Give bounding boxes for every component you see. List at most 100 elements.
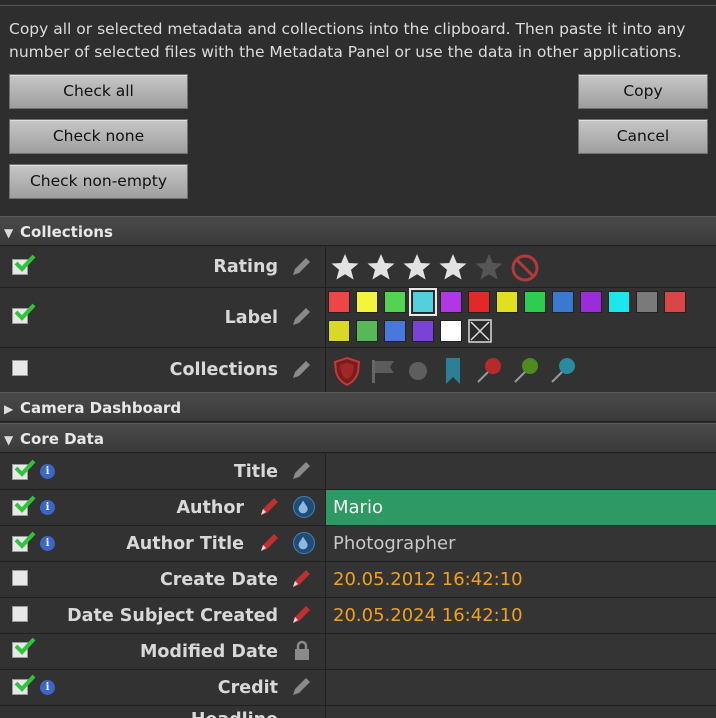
shield-icon[interactable]: [333, 356, 361, 386]
author-title-value-cell[interactable]: Photographer: [325, 526, 716, 561]
collections-checkbox[interactable]: [12, 360, 28, 376]
bookmark-icon[interactable]: [444, 356, 462, 386]
checkmark-icon: [14, 254, 36, 272]
drop-icon[interactable]: [293, 532, 315, 554]
collapse-right-icon: ▶: [4, 402, 14, 416]
label-color-swatch[interactable]: [440, 320, 462, 342]
no-label-icon[interactable]: [468, 319, 492, 343]
label-color-swatch[interactable]: [356, 320, 378, 342]
reject-icon[interactable]: [510, 253, 540, 283]
section-collections[interactable]: ▼ Collections: [0, 216, 716, 246]
label-color-swatch[interactable]: [524, 291, 546, 313]
date-subject-created-value: 20.05.2024 16:42:10: [333, 605, 523, 626]
date-subject-created-checkbox[interactable]: [12, 606, 28, 622]
pencil-icon[interactable]: [289, 358, 313, 382]
pencil-icon[interactable]: [289, 255, 313, 279]
title-checkbox[interactable]: [12, 459, 36, 480]
info-icon[interactable]: i: [40, 680, 55, 695]
author-title-label: Author Title: [126, 534, 244, 554]
label-checkbox[interactable]: [12, 303, 36, 324]
star-icon[interactable]: [366, 252, 396, 282]
copy-button[interactable]: Copy: [578, 74, 708, 109]
label-color-swatch[interactable]: [552, 291, 574, 313]
label-color-swatch[interactable]: [409, 288, 437, 316]
checkmark-icon: [14, 303, 36, 321]
label-color-swatch[interactable]: [636, 291, 658, 313]
author-title-value: Photographer: [333, 533, 456, 554]
author-title-row: i Author Title Photographer: [0, 526, 716, 562]
date-subject-created-value-cell[interactable]: 20.05.2024 16:42:10: [325, 598, 716, 633]
star-icon[interactable]: [330, 252, 360, 282]
headline-row: Headline: [0, 706, 716, 718]
checkmark-icon: [14, 459, 36, 477]
author-value-cell[interactable]: Mario: [325, 490, 716, 525]
pencil-icon[interactable]: [289, 459, 313, 483]
pencil-icon[interactable]: [289, 603, 313, 627]
pencil-icon[interactable]: [289, 675, 313, 699]
info-icon[interactable]: i: [40, 500, 55, 515]
info-icon[interactable]: i: [40, 464, 55, 479]
pin-red-icon[interactable]: [474, 356, 504, 386]
info-icon[interactable]: i: [40, 536, 55, 551]
label-color-swatch[interactable]: [580, 291, 602, 313]
label-label: Label: [224, 308, 278, 328]
author-checkbox[interactable]: [12, 495, 36, 516]
credit-value-cell[interactable]: [325, 670, 716, 705]
pencil-icon[interactable]: [257, 531, 281, 555]
label-color-swatch[interactable]: [328, 320, 350, 342]
star-icon[interactable]: [474, 252, 504, 282]
date-subject-created-row: Date Subject Created 20.05.2024 16:42:10: [0, 598, 716, 634]
section-collections-label: Collections: [20, 223, 113, 241]
create-date-checkbox[interactable]: [12, 570, 28, 586]
create-date-label: Create Date: [159, 570, 278, 590]
lock-icon: [295, 640, 309, 660]
label-color-swatch[interactable]: [608, 291, 630, 313]
pencil-icon[interactable]: [289, 305, 313, 329]
circle-icon[interactable]: [407, 360, 429, 382]
label-color-swatch[interactable]: [440, 291, 462, 313]
label-color-swatch[interactable]: [384, 291, 406, 313]
title-value-cell[interactable]: [325, 454, 716, 489]
pencil-icon[interactable]: [289, 567, 313, 591]
top-border: [0, 0, 716, 6]
check-none-button[interactable]: Check none: [9, 119, 188, 154]
star-icon[interactable]: [402, 252, 432, 282]
headline-value-cell[interactable]: [325, 706, 716, 718]
credit-row: i Credit: [0, 670, 716, 706]
section-camera-dashboard[interactable]: ▶ Camera Dashboard: [0, 392, 716, 422]
modified-date-checkbox[interactable]: [12, 637, 36, 658]
star-icon[interactable]: [438, 252, 468, 282]
create-date-value-cell[interactable]: 20.05.2012 16:42:10: [325, 562, 716, 597]
credit-checkbox[interactable]: [12, 674, 36, 695]
pin-green-icon[interactable]: [511, 356, 541, 386]
label-color-swatch[interactable]: [496, 291, 518, 313]
author-title-checkbox[interactable]: [12, 531, 36, 552]
check-non-empty-button[interactable]: Check non-empty: [9, 164, 188, 199]
label-color-swatch[interactable]: [664, 291, 686, 313]
collapse-down-icon: ▼: [4, 226, 14, 240]
label-color-swatch[interactable]: [468, 291, 490, 313]
column-separator: [325, 348, 326, 392]
checkmark-icon: [14, 531, 36, 549]
cancel-button[interactable]: Cancel: [578, 119, 708, 154]
description-text: Copy all or selected metadata and collec…: [9, 20, 686, 61]
collapse-down-icon: ▼: [4, 433, 14, 447]
drop-icon[interactable]: [293, 496, 315, 518]
credit-label: Credit: [217, 678, 278, 698]
label-color-swatch[interactable]: [412, 320, 434, 342]
section-camera-dashboard-label: Camera Dashboard: [20, 399, 182, 417]
check-all-button[interactable]: Check all: [9, 74, 188, 109]
flag-icon[interactable]: [369, 357, 397, 385]
modified-date-row: Modified Date: [0, 634, 716, 670]
headline-label: Headline: [191, 710, 278, 718]
rating-label: Rating: [213, 257, 278, 277]
author-label: Author: [176, 498, 244, 518]
label-color-swatch[interactable]: [356, 291, 378, 313]
label-color-swatch[interactable]: [384, 320, 406, 342]
section-core-data[interactable]: ▼ Core Data: [0, 423, 716, 453]
label-color-swatch[interactable]: [328, 291, 350, 313]
pin-blue-icon[interactable]: [548, 356, 578, 386]
pencil-icon[interactable]: [257, 495, 281, 519]
checkmark-icon: [14, 495, 36, 513]
rating-checkbox[interactable]: [12, 254, 36, 275]
